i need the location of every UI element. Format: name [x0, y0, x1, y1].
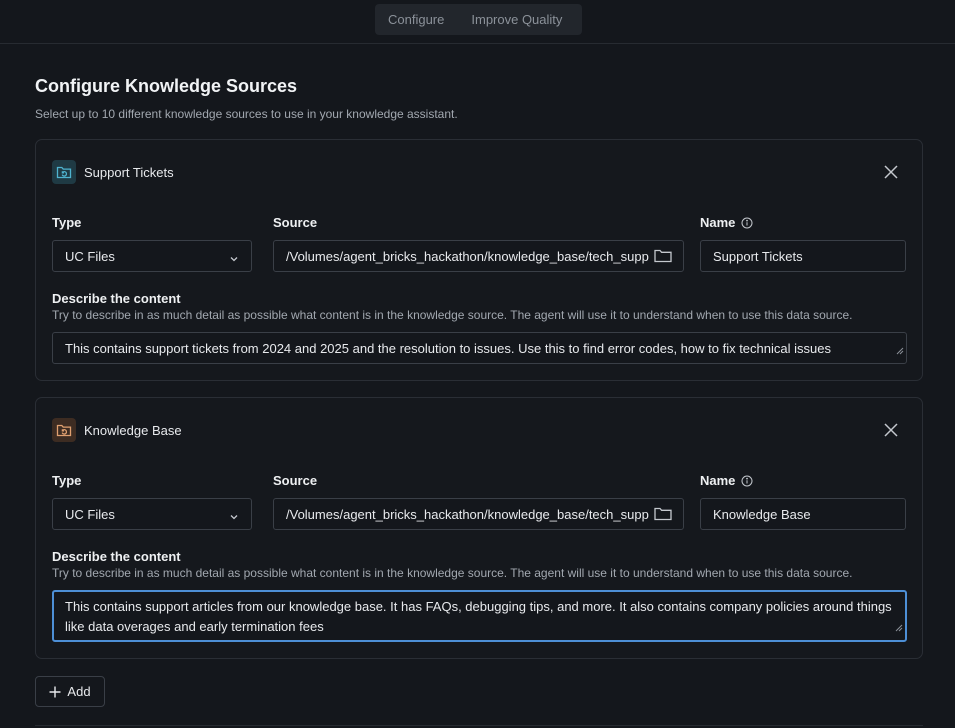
knowledge-source-card: Knowledge Base Type Source Name UC Files… [35, 397, 923, 659]
name-input[interactable]: Support Tickets [700, 240, 906, 272]
tab-configure[interactable]: Configure [375, 4, 458, 35]
type-label: Type [52, 473, 82, 488]
chevron-down-icon [229, 252, 239, 267]
name-label-text: Name [700, 473, 736, 488]
name-label: Name [700, 215, 753, 230]
describe-title: Describe the content [52, 291, 181, 306]
type-select-value: UC Files [65, 248, 115, 264]
name-label: Name [700, 473, 753, 488]
card-title: Support Tickets [84, 164, 174, 180]
source-path-value: /Volumes/agent_bricks_hackathon/knowledg… [286, 506, 649, 522]
mode-switcher: Configure Improve Quality [375, 4, 582, 35]
describe-hint: Try to describe in as much detail as pos… [52, 566, 853, 580]
source-path-input[interactable]: /Volumes/agent_bricks_hackathon/knowledg… [273, 240, 684, 272]
close-icon[interactable] [882, 163, 900, 181]
info-icon[interactable] [741, 217, 753, 229]
type-select[interactable]: UC Files [52, 498, 252, 530]
source-path-value: /Volumes/agent_bricks_hackathon/knowledg… [286, 248, 649, 264]
info-icon[interactable] [741, 475, 753, 487]
card-title: Knowledge Base [84, 422, 182, 438]
source-label: Source [273, 215, 318, 230]
plus-icon [49, 686, 61, 698]
resize-handle-icon[interactable] [895, 618, 903, 638]
add-button-label: Add [67, 684, 91, 699]
folder-browse-icon[interactable] [650, 249, 672, 266]
folder-refresh-icon [52, 160, 76, 184]
describe-title: Describe the content [52, 549, 181, 564]
resize-handle-icon[interactable] [896, 341, 904, 361]
knowledge-source-card: Support Tickets Type Source Name UC File… [35, 139, 923, 381]
folder-browse-icon[interactable] [650, 507, 672, 524]
folder-refresh-icon [52, 418, 76, 442]
type-select[interactable]: UC Files [52, 240, 252, 272]
description-text: This contains support articles from our … [65, 599, 892, 634]
name-input-value: Support Tickets [713, 248, 803, 264]
page-title: Configure Knowledge Sources [35, 76, 298, 96]
top-bar: Configure Improve Quality [0, 0, 955, 44]
divider [35, 725, 923, 726]
card-header: Support Tickets [52, 160, 174, 184]
page-subtitle: Select up to 10 different knowledge sour… [35, 107, 458, 121]
name-input[interactable]: Knowledge Base [700, 498, 906, 530]
type-select-value: UC Files [65, 506, 115, 522]
source-label: Source [273, 473, 318, 488]
close-icon[interactable] [882, 421, 900, 439]
description-text: This contains support tickets from 2024 … [65, 341, 831, 356]
description-textarea[interactable]: This contains support tickets from 2024 … [52, 332, 907, 364]
type-label: Type [52, 215, 82, 230]
tab-improve-quality[interactable]: Improve Quality [458, 4, 575, 35]
name-input-value: Knowledge Base [713, 506, 811, 522]
name-label-text: Name [700, 215, 736, 230]
source-path-input[interactable]: /Volumes/agent_bricks_hackathon/knowledg… [273, 498, 684, 530]
describe-hint: Try to describe in as much detail as pos… [52, 308, 853, 322]
description-textarea[interactable]: This contains support articles from our … [52, 590, 907, 642]
chevron-down-icon [229, 510, 239, 525]
card-header: Knowledge Base [52, 418, 182, 442]
add-source-button[interactable]: Add [35, 676, 105, 707]
